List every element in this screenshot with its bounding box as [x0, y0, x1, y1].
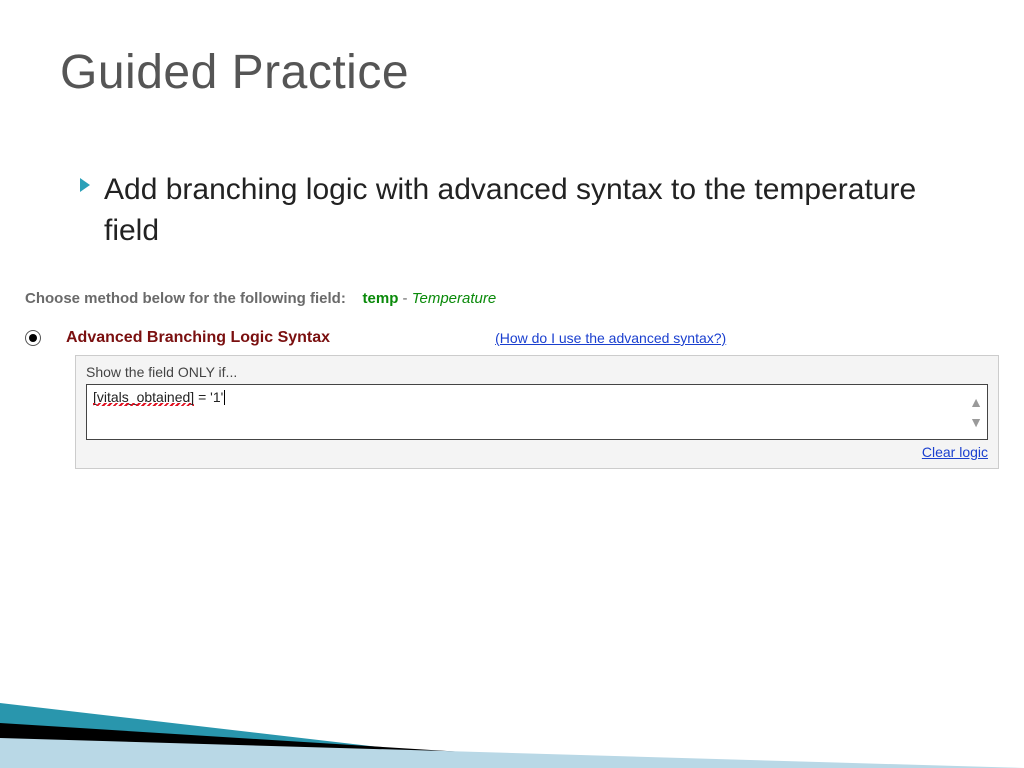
bullet-item: Add branching logic with advanced syntax… — [80, 170, 964, 251]
spellcheck-wavy-icon — [93, 403, 194, 406]
triangle-bullet-icon — [80, 178, 90, 192]
choose-lead: Choose method below for the following fi… — [25, 290, 346, 307]
branching-logic-input[interactable]: [vitals_obtained] = '1' ▲ ▼ — [86, 384, 988, 440]
clear-logic-link[interactable]: Clear logic — [922, 444, 988, 460]
radio-dot-icon — [29, 334, 37, 342]
logic-rest: = '1' — [194, 389, 223, 405]
logic-variable-token: [vitals_obtained] — [93, 389, 194, 405]
decorative-wedge-icon — [0, 588, 1024, 768]
dash: - — [403, 290, 408, 307]
field-name: temp — [363, 290, 399, 307]
panel-caption: Show the field ONLY if... — [86, 364, 988, 380]
advanced-syntax-radio[interactable] — [25, 330, 41, 346]
syntax-option-row: Advanced Branching Logic Syntax (How do … — [25, 329, 999, 347]
field-description: Temperature — [412, 290, 497, 307]
chevron-down-icon: ▼ — [969, 415, 983, 429]
slide-title: Guided Practice — [60, 45, 409, 100]
chevron-up-icon: ▲ — [969, 395, 983, 409]
branching-logic-form: Choose method below for the following fi… — [25, 290, 999, 469]
text-caret-icon — [224, 390, 225, 405]
advanced-syntax-help-link[interactable]: (How do I use the advanced syntax?) — [495, 330, 726, 346]
choose-method-line: Choose method below for the following fi… — [25, 290, 999, 307]
bullet-text: Add branching logic with advanced syntax… — [104, 170, 964, 251]
textarea-spinner[interactable]: ▲ ▼ — [969, 395, 983, 429]
advanced-syntax-label: Advanced Branching Logic Syntax — [66, 329, 330, 347]
logic-panel: Show the field ONLY if... [vitals_obtain… — [75, 355, 999, 469]
